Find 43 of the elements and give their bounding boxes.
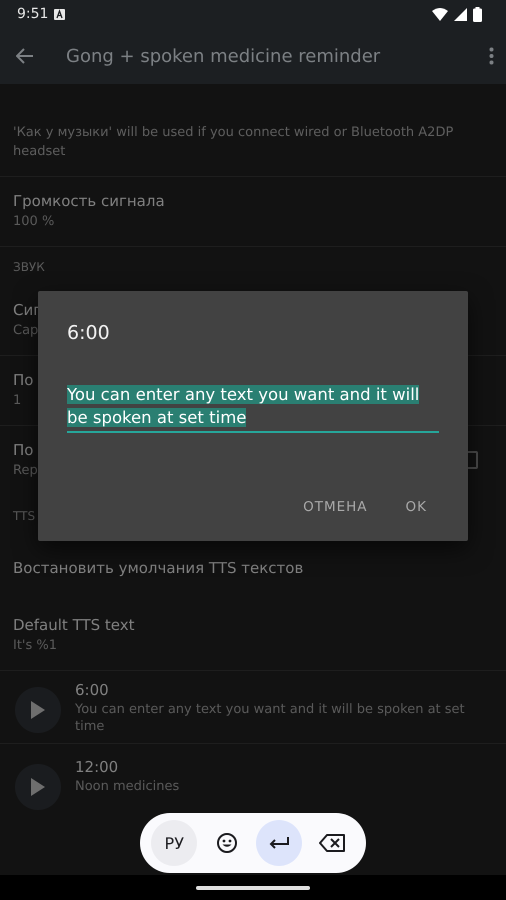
enter-icon xyxy=(268,836,290,850)
backspace-icon xyxy=(318,834,345,852)
preference-title: Сиг xyxy=(13,300,42,321)
preference-title: Default TTS text xyxy=(13,615,135,636)
dialog-title: 6:00 xyxy=(67,321,111,346)
reminder-time: 12:00 xyxy=(75,757,118,778)
emoji-icon xyxy=(216,832,238,854)
back-arrow-icon[interactable] xyxy=(16,48,34,64)
reminder-row[interactable]: 12:00 Noon medicines xyxy=(0,744,506,821)
preference-summary: 100 % xyxy=(13,213,56,231)
home-handle[interactable] xyxy=(196,886,310,890)
section-header: ЗВУК xyxy=(13,259,45,276)
preference-row[interactable]: Громкость сигнала 100 % xyxy=(0,177,506,247)
cancel-button[interactable]: ОТМЕНА xyxy=(291,491,380,523)
preference-summary: Сар xyxy=(13,322,40,340)
play-icon xyxy=(31,701,45,719)
preference-summary: 1 xyxy=(13,392,22,410)
preference-row[interactable]: Default TTS text It's %1 xyxy=(0,601,506,671)
battery-icon xyxy=(473,6,482,22)
ok-button[interactable]: OK xyxy=(394,491,439,523)
play-icon xyxy=(31,778,45,796)
notification-icon xyxy=(54,8,66,20)
wifi-icon xyxy=(432,8,448,20)
preference-title: Громкость сигнала xyxy=(13,191,165,212)
reminder-time: 6:00 xyxy=(75,680,109,701)
signal-icon xyxy=(454,8,467,20)
language-key[interactable]: РУ xyxy=(151,820,198,866)
preference-summary: It's %1 xyxy=(13,637,58,655)
note-text: 'Как у музыки' will be used if you connect wired or Bluetooth A2DP headset xyxy=(13,124,454,161)
section-header: TTS xyxy=(13,508,36,525)
preference-summary: Rep xyxy=(13,462,39,480)
reminder-row[interactable]: 6:00 You can enter any text you want and it will be spoken at set time xyxy=(0,671,506,744)
play-button[interactable] xyxy=(15,764,61,810)
preference-title: Востановить умолчания TTS текстов xyxy=(13,558,304,578)
status-time: 9:51 xyxy=(17,6,48,22)
reminder-text: Noon medicines xyxy=(75,778,180,795)
reminder-text: You can enter any text you want and it will be spoken at set time xyxy=(75,701,466,735)
enter-key[interactable] xyxy=(256,820,302,866)
preference-title: По xyxy=(13,440,34,461)
app-bar-title: Gong + spoken medicine reminder xyxy=(66,46,382,66)
preference-title: По xyxy=(13,370,34,391)
more-options-icon[interactable] xyxy=(489,47,494,65)
play-button[interactable] xyxy=(15,687,61,733)
